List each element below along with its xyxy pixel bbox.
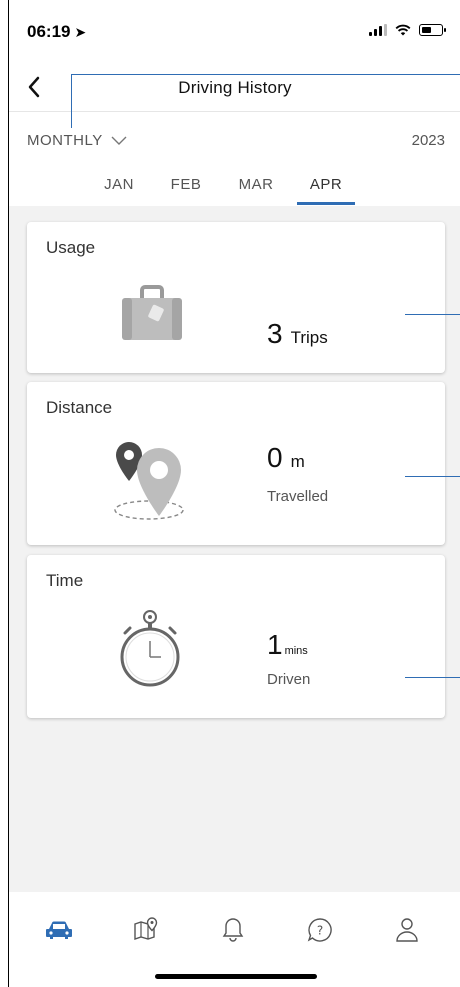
time-title: Time [46,571,84,590]
suitcase-icon [122,285,182,340]
tab-help[interactable]: ? [300,912,340,948]
distance-card[interactable]: Distance 0m Travelled [27,382,460,545]
content-area: Usage 3 Trips Distance 0 m Travelled Tim… [9,206,460,892]
time-value-number: 1 [267,629,283,660]
time-card[interactable]: Time 1 mins Driven [27,555,460,718]
usage-value-unit: Trips [290,328,328,347]
status-time: 06:19 ➤ [27,22,86,42]
period-selected-label: MONTHLY [27,132,103,149]
nav-header: Driving History [9,66,460,112]
status-time-text: 06:19 [27,22,71,41]
time-value: 1 mins [267,629,308,661]
cellular-signal-icon [369,24,387,36]
distance-value-unit: m [290,452,305,471]
tab-mar[interactable]: MAR [228,176,284,193]
status-bar: 06:19 ➤ [9,0,460,56]
usage-value: 3 Trips [267,318,328,350]
wifi-icon [395,24,411,36]
bottom-tab-bar: ? [9,892,460,987]
year-label: 2023 [411,132,445,149]
status-icons [369,24,446,36]
stopwatch-icon [120,610,180,687]
phone-screen: 06:19 ➤ Driving History MONTHLY 2023 JAN… [8,0,460,987]
active-tab-indicator [297,202,355,205]
callout-line [405,476,460,477]
bell-icon [222,918,244,942]
usage-value-number: 3 [267,318,283,349]
callout-line [71,74,460,75]
tab-profile[interactable] [387,912,427,948]
car-icon [46,921,72,939]
distance-value-number: 0 [267,442,283,473]
map-pins-icon [114,442,184,520]
profile-icon [396,918,418,942]
usage-title: Usage [46,238,96,257]
tab-vehicle[interactable] [39,912,79,948]
tab-apr[interactable]: APR [298,176,354,193]
tab-jan[interactable]: JAN [91,176,147,193]
callout-line [405,314,460,315]
usage-card[interactable]: Usage 3 Trips [27,222,460,373]
location-arrow-icon: ➤ [74,24,87,40]
tab-notifications[interactable] [213,912,253,948]
tab-feb[interactable]: FEB [158,176,214,193]
callout-line [405,677,460,678]
chevron-down-icon [111,136,127,145]
distance-title: Distance [46,398,113,417]
map-pin-icon [134,917,158,940]
svg-text:?: ? [317,924,323,938]
battery-icon [419,24,446,36]
callout-line [71,74,72,128]
page-title: Driving History [178,78,292,97]
time-value-unit: mins [284,645,308,657]
home-indicator[interactable] [155,974,317,979]
month-tabs: JAN FEB MAR APR [9,172,460,206]
help-icon: ? [307,918,332,942]
period-dropdown[interactable]: MONTHLY [27,132,127,149]
time-subtitle: Driven [267,671,311,688]
period-row: MONTHLY 2023 [9,128,460,158]
distance-value: 0m [267,442,305,474]
distance-subtitle: Travelled [267,488,329,505]
tab-map[interactable] [126,912,166,948]
